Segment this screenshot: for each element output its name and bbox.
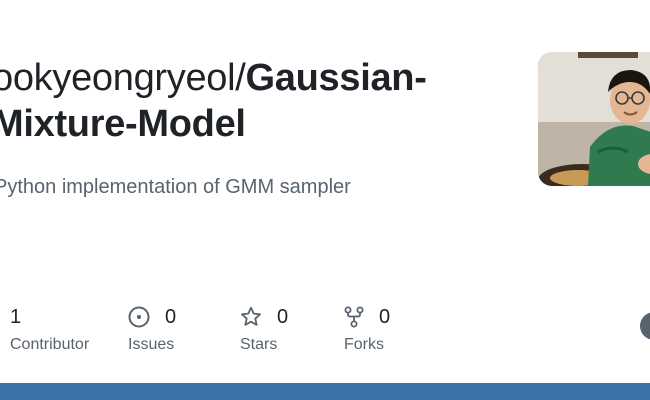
issues-count: 0 <box>165 305 177 328</box>
stat-forks[interactable]: 0 Forks <box>344 302 390 354</box>
contributors-label: Contributor <box>10 336 90 353</box>
repo-forked-icon <box>344 306 364 328</box>
issues-label: Issues <box>128 336 175 353</box>
stat-stars[interactable]: 0 Stars <box>240 302 288 354</box>
forks-count: 0 <box>379 305 391 328</box>
stat-contributors[interactable]: 1 Contributor <box>10 302 89 354</box>
repo-title: ookyeongryeol/Gaussian-Mixture-Model <box>0 55 492 147</box>
forks-label: Forks <box>344 336 384 353</box>
repo-owner[interactable]: ookyeongryeol/ <box>0 57 246 99</box>
contributors-count: 1 <box>10 305 22 328</box>
language-bar <box>0 383 650 400</box>
owner-avatar <box>538 52 650 186</box>
stars-label: Stars <box>240 336 278 353</box>
star-icon <box>241 306 261 326</box>
issue-opened-icon <box>128 306 150 328</box>
stars-count: 0 <box>277 305 289 328</box>
stat-issues[interactable]: 0 Issues <box>128 302 176 354</box>
avatar-photo <box>538 52 650 186</box>
repo-stats: 1 Contributor 0 Issues 0 Stars 0 Forks <box>0 302 650 362</box>
repo-description: Python implementation of GMM sampler <box>0 176 351 198</box>
